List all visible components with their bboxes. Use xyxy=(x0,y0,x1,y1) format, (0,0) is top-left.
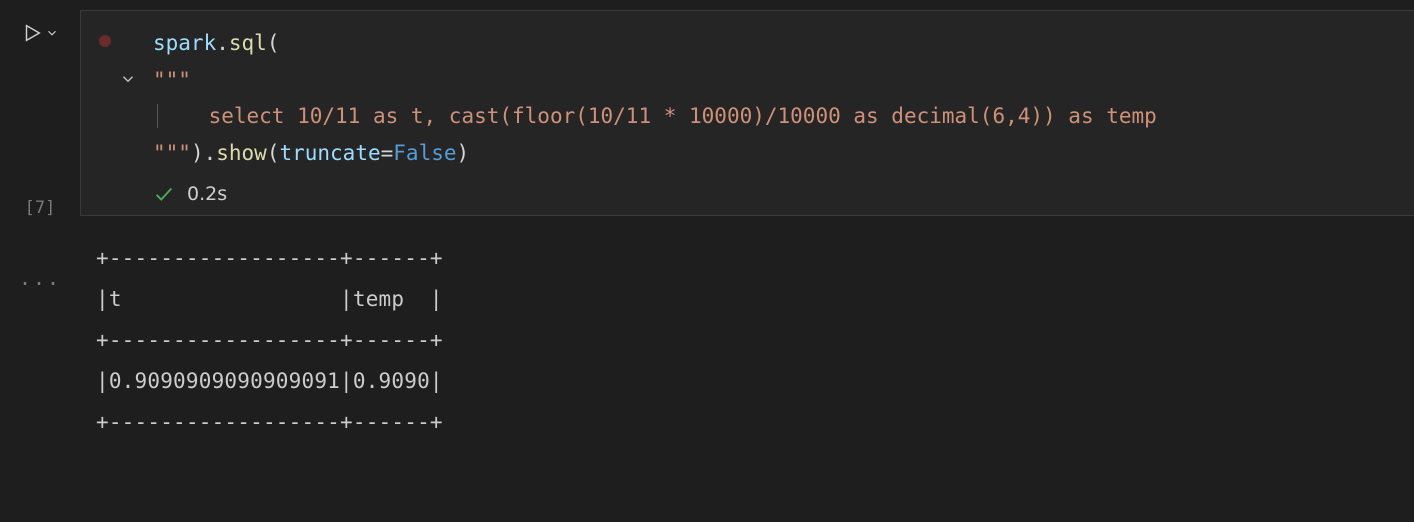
cell-output: +------------------+------+ |t |temp | +… xyxy=(80,218,1414,443)
check-icon xyxy=(153,183,175,205)
code-token xyxy=(158,104,209,128)
output-row: ... +------------------+------+ |t |temp… xyxy=(0,218,1414,443)
code-cell-row: [7] spark.sql( """ select 10/11 as t, ca… xyxy=(0,0,1414,218)
breakpoint-dot[interactable] xyxy=(99,35,111,47)
notebook: [7] spark.sql( """ select 10/11 as t, ca… xyxy=(0,0,1414,443)
code-token: show xyxy=(216,141,267,165)
code-token: """ xyxy=(153,68,191,92)
code-token: False xyxy=(393,141,456,165)
code-token: ( xyxy=(267,31,280,55)
cell-gutter: [7] xyxy=(0,0,80,218)
code-token: truncate xyxy=(279,141,380,165)
execution-count: [7] xyxy=(25,198,56,218)
output-options-button[interactable]: ... xyxy=(19,266,61,290)
fold-chevron-icon[interactable] xyxy=(119,69,137,87)
code-token: spark xyxy=(153,31,216,55)
code-token: """ xyxy=(153,141,191,165)
cell-status: 0.2s xyxy=(153,183,1398,205)
output-line: +------------------+------+ xyxy=(96,246,443,270)
output-line: |t |temp | xyxy=(96,287,443,311)
code-cell[interactable]: spark.sql( """ select 10/11 as t, cast(f… xyxy=(80,10,1414,216)
code-token: select 10/11 as t, cast(floor(10/11 * 10… xyxy=(209,104,1157,128)
output-line: +------------------+------+ xyxy=(96,328,443,352)
code-token: sql xyxy=(229,31,267,55)
code-token: ( xyxy=(267,141,280,165)
code-editor[interactable]: spark.sql( """ select 10/11 as t, cast(f… xyxy=(153,25,1398,171)
code-token: ) xyxy=(457,141,470,165)
code-token: ). xyxy=(191,141,216,165)
chevron-down-icon xyxy=(45,26,59,40)
run-cell-button[interactable] xyxy=(21,22,59,44)
play-icon xyxy=(21,22,43,44)
execution-time: 0.2s xyxy=(187,183,227,205)
output-line: +------------------+------+ xyxy=(96,410,443,434)
code-token: = xyxy=(381,141,394,165)
output-gutter: ... xyxy=(0,218,80,290)
code-token: . xyxy=(216,31,229,55)
output-line: |0.9090909090909091|0.9090| xyxy=(96,369,443,393)
